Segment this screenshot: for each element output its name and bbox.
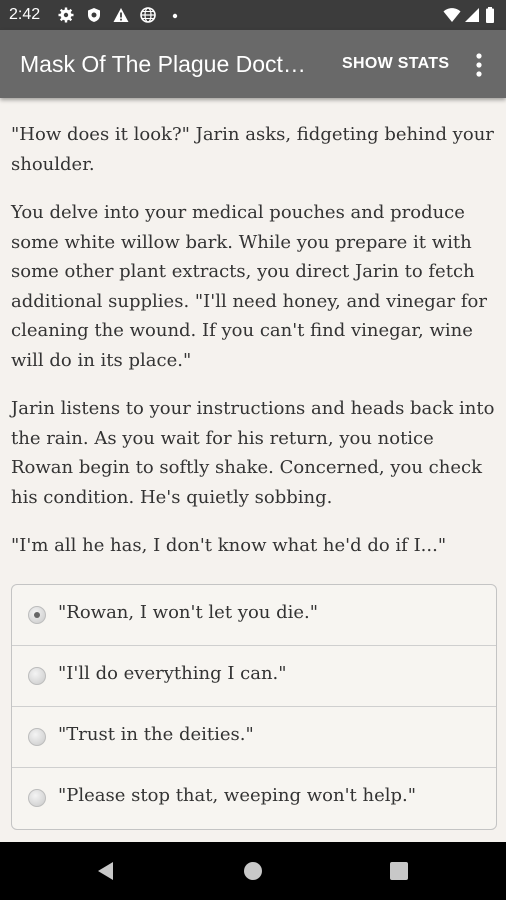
choice-label: "I'll do everything I can." [58,663,287,684]
more-vert-icon[interactable] [469,52,489,78]
story-paragraph: "How does it look?" Jarin asks, fidgetin… [11,124,494,175]
choice-label: "Trust in the deities." [58,724,254,745]
radio-button[interactable] [28,789,46,807]
back-icon[interactable] [96,861,116,881]
recents-icon[interactable] [390,862,408,880]
gear-icon [58,7,74,23]
radio-button[interactable] [28,667,46,685]
story-paragraph: You delve into your medical pouches and … [11,202,487,371]
radio-button[interactable] [28,728,46,746]
home-icon[interactable] [243,861,263,881]
choice-option-1[interactable]: "Rowan, I won't let you die." [12,585,496,646]
choice-label: "Please stop that, weeping won't help." [58,785,417,806]
warning-icon [113,8,129,22]
status-time: 2:42 [9,6,41,23]
choice-list: "Rowan, I won't let you die." "I'll do e… [11,584,497,830]
choice-option-4[interactable]: "Please stop that, weeping won't help." [12,768,496,828]
choice-label: "Rowan, I won't let you die." [58,602,319,623]
globe-icon [140,7,156,23]
choice-option-3[interactable]: "Trust in the deities." [12,707,496,768]
status-bar: 2:42 [0,0,506,30]
story-paragraph: "I'm all he has, I don't know what he'd … [11,535,447,556]
story-text: "How does it look?" Jarin asks, fidgetin… [11,120,497,580]
wifi-icon [443,8,461,22]
radio-button-selected[interactable] [28,606,46,624]
choice-option-2[interactable]: "I'll do everything I can." [12,646,496,707]
story-paragraph: Jarin listens to your instructions and h… [11,398,495,508]
signal-icon [465,8,479,22]
battery-icon [486,7,494,23]
app-title: Mask Of The Plague Doct… [20,51,306,77]
navigation-bar [0,842,506,900]
show-stats-button[interactable]: SHOW STATS [342,55,449,73]
shield-icon [88,8,100,22]
dot-icon [172,13,178,19]
app-bar: Mask Of The Plague Doct… SHOW STATS [0,30,506,98]
